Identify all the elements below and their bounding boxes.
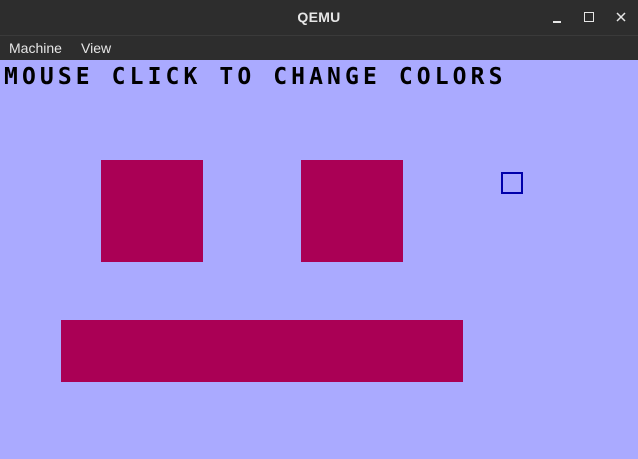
left-eye-square	[101, 160, 203, 262]
close-icon	[616, 12, 626, 22]
mouse-cursor-box	[501, 172, 523, 194]
instruction-text: MOUSE CLICK TO CHANGE COLORS	[4, 64, 507, 90]
right-eye-square	[301, 160, 403, 262]
minimize-icon	[553, 21, 561, 23]
menu-machine[interactable]: Machine	[9, 40, 62, 56]
maximize-button[interactable]	[578, 7, 600, 27]
mouth-rectangle	[61, 320, 463, 382]
maximize-icon	[584, 12, 594, 22]
minimize-button[interactable]	[546, 7, 568, 27]
menu-view[interactable]: View	[81, 40, 111, 56]
window-title: QEMU	[297, 9, 341, 25]
menu-bar: Machine View	[0, 35, 638, 60]
title-bar[interactable]: QEMU	[0, 0, 638, 35]
guest-display[interactable]: MOUSE CLICK TO CHANGE COLORS	[0, 60, 638, 459]
close-button[interactable]	[610, 7, 632, 27]
qemu-window: QEMU Machine View MOUSE CLICK TO CHANGE …	[0, 0, 638, 459]
